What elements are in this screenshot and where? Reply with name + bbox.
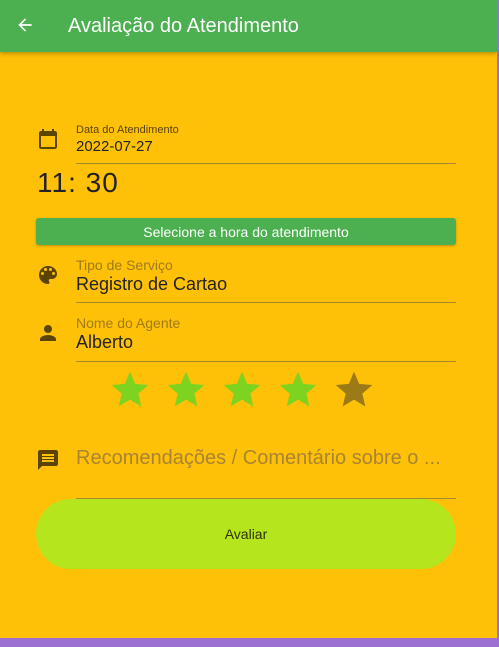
window-bottom-border: [0, 638, 499, 647]
rating-star-3-icon[interactable]: [220, 368, 264, 412]
select-time-button[interactable]: Selecione a hora do atendimento: [36, 218, 456, 245]
date-underline: [76, 163, 456, 164]
comment-icon: [36, 448, 60, 472]
comment-field[interactable]: Recomendações / Comentário sobre o ...: [76, 447, 441, 470]
app-bar: Avaliação do Atendimento: [0, 0, 497, 52]
page-title: Avaliação do Atendimento: [68, 15, 299, 37]
service-type-underline: [76, 302, 456, 303]
agent-name-label: Nome do Agente: [76, 315, 181, 331]
date-field[interactable]: 2022-07-27: [76, 138, 153, 155]
time-display: 11: 30: [37, 167, 119, 198]
calendar-icon: [36, 127, 60, 151]
submit-button[interactable]: Avaliar: [36, 499, 456, 569]
screen: Avaliação do Atendimento Data do Atendim…: [0, 0, 497, 638]
rating-stars: [108, 368, 388, 412]
rating-star-1-icon[interactable]: [108, 368, 152, 412]
agent-name-field[interactable]: Alberto: [76, 332, 133, 353]
rating-star-5-icon[interactable]: [332, 368, 376, 412]
date-label: Data do Atendimento: [76, 124, 179, 136]
person-icon: [36, 321, 60, 345]
arrow-back-icon[interactable]: [12, 12, 38, 38]
service-type-field[interactable]: Registro de Cartao: [76, 274, 227, 295]
agent-name-underline: [76, 361, 456, 362]
rating-star-2-icon[interactable]: [164, 368, 208, 412]
rating-star-4-icon[interactable]: [276, 368, 320, 412]
service-type-label: Tipo de Serviço: [76, 257, 173, 273]
palette-icon: [36, 263, 60, 287]
